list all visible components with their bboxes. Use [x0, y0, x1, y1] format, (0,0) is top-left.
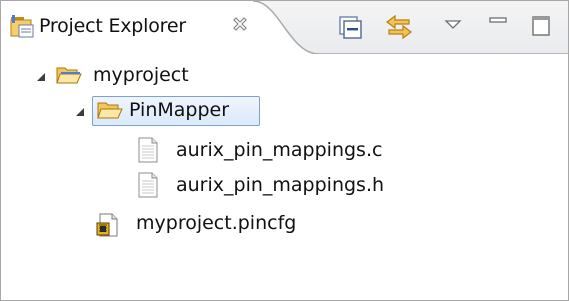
maximize-button[interactable]	[528, 13, 556, 41]
collapse-all-icon	[339, 16, 362, 39]
open-project-folder-icon	[55, 61, 83, 89]
expanded-arrow-icon[interactable]	[73, 104, 87, 118]
project-tree: myproject PinMapper aurix_pin_mappings.c…	[1, 54, 568, 300]
tree-item-pinmapper[interactable]: PinMapper	[1, 96, 561, 126]
project-explorer-view: Project Explorer myproject PinMapper aur…	[0, 0, 569, 301]
file-icon	[134, 171, 162, 199]
file-icon	[134, 136, 162, 164]
tree-item-label: PinMapper	[129, 99, 230, 121]
expanded-arrow-icon[interactable]	[34, 69, 48, 83]
open-folder-icon	[96, 96, 124, 124]
tab-title: Project Explorer	[39, 15, 186, 37]
tree-item-label: aurix_pin_mappings.h	[176, 174, 385, 196]
tree-item-label: myproject.pincfg	[136, 212, 297, 234]
maximize-icon	[532, 16, 550, 36]
tree-item-aurix-pin-mappings-h[interactable]: aurix_pin_mappings.h	[1, 171, 561, 201]
view-menu-icon	[444, 20, 462, 29]
tree-item-label: myproject	[93, 64, 189, 86]
view-header: Project Explorer	[1, 1, 568, 54]
tree-item-myproject[interactable]: myproject	[1, 61, 561, 91]
close-icon[interactable]	[230, 15, 250, 35]
minimize-button[interactable]	[486, 13, 514, 41]
project-explorer-icon	[9, 14, 35, 40]
tab-project-explorer[interactable]: Project Explorer	[1, 1, 319, 54]
view-menu-button[interactable]	[441, 13, 469, 41]
tree-item-myproject-pincfg[interactable]: myproject.pincfg	[1, 209, 561, 239]
link-with-editor-icon	[386, 14, 412, 40]
tree-item-label: aurix_pin_mappings.c	[176, 139, 383, 161]
collapse-all-button[interactable]	[336, 13, 364, 41]
tree-item-aurix-pin-mappings-c[interactable]: aurix_pin_mappings.c	[1, 136, 561, 166]
link-with-editor-button[interactable]	[384, 13, 412, 41]
minimize-icon	[489, 17, 507, 23]
pin-config-icon	[94, 211, 122, 239]
